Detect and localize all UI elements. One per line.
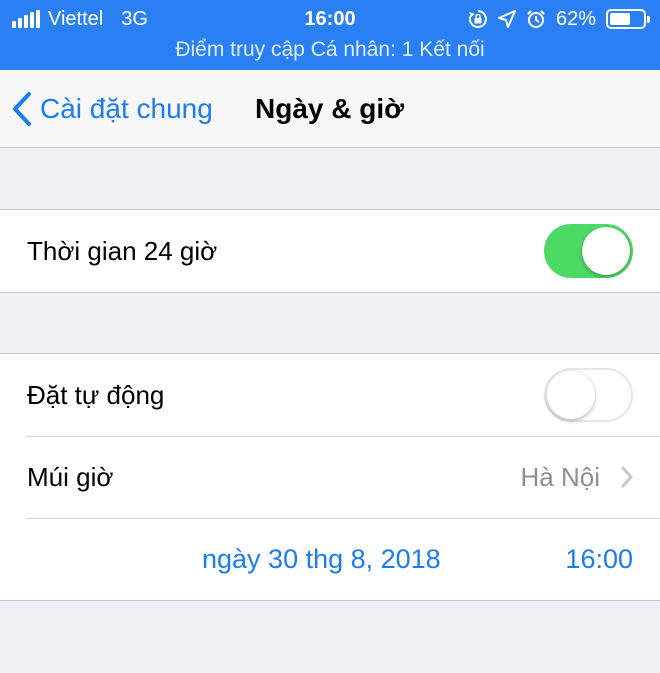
time-24h-toggle[interactable] xyxy=(544,224,633,278)
chevron-right-icon xyxy=(621,466,633,488)
back-button[interactable]: Cài đặt chung xyxy=(12,88,213,130)
chevron-left-icon xyxy=(13,92,31,126)
row-set-automatically: Đặt tự động xyxy=(0,354,660,436)
location-icon xyxy=(497,10,516,28)
auto-set-toggle[interactable] xyxy=(544,368,633,422)
timezone-label: Múi giờ xyxy=(27,462,114,492)
battery-icon xyxy=(606,9,650,29)
toggle-knob xyxy=(547,371,595,419)
auto-set-label: Đặt tự động xyxy=(27,380,165,410)
page-title: Ngày & giờ xyxy=(255,93,405,124)
status-right: 62% xyxy=(468,6,650,32)
battery-percent: 62% xyxy=(555,7,596,30)
status-bar: Viettel 3G 16:00 62% Điểm truy cập Cá nh… xyxy=(0,0,660,70)
rotation-lock-icon xyxy=(468,10,487,28)
battery-level xyxy=(610,13,630,25)
row-timezone[interactable]: Múi giờ Hà Nội xyxy=(0,436,660,518)
back-label: Cài đặt chung xyxy=(40,93,213,124)
row-date-time: ngày 30 thg 8, 2018 16:00 xyxy=(0,518,660,600)
alarm-icon xyxy=(527,10,545,28)
group-date-time: Đặt tự động Múi giờ Hà Nội ngày 30 thg 8… xyxy=(0,353,660,601)
toggle-knob xyxy=(582,227,630,275)
row-24-hour-time: Thời gian 24 giờ xyxy=(0,210,660,292)
time-value[interactable]: 16:00 xyxy=(565,518,633,600)
timezone-value: Hà Nội xyxy=(520,462,600,492)
hotspot-banner[interactable]: Điểm truy cập Cá nhân: 1 Kết nối xyxy=(0,36,660,64)
time-24h-label: Thời gian 24 giờ xyxy=(27,236,218,266)
navigation-bar: Cài đặt chung Ngày & giờ xyxy=(0,70,660,148)
date-value[interactable]: ngày 30 thg 8, 2018 xyxy=(202,518,441,600)
group-time-format: Thời gian 24 giờ xyxy=(0,209,660,293)
